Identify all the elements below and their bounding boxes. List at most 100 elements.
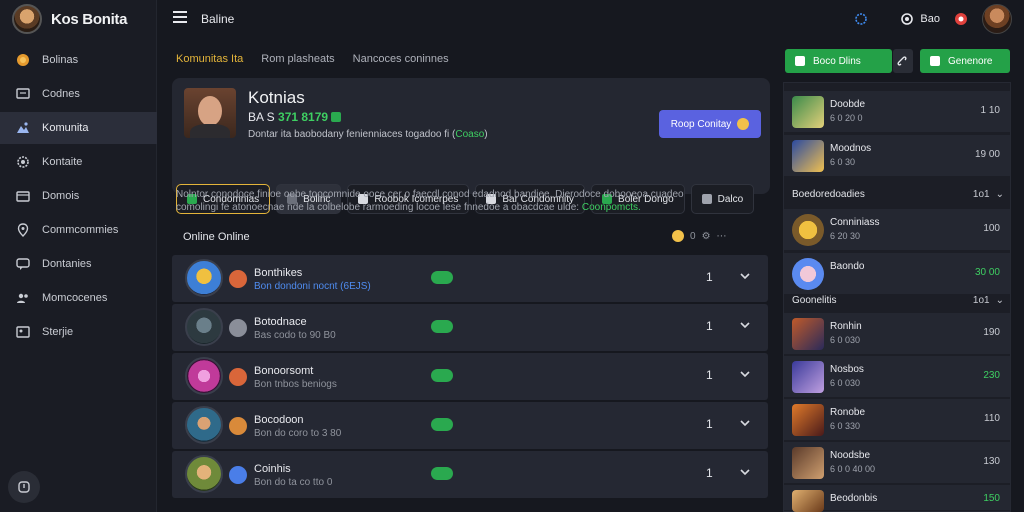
member-status: Bon dondoni nocnt (6EJS)	[254, 281, 371, 292]
ranking-item[interactable]: Nosbos 6 0 030 230	[784, 356, 1010, 398]
chevron-down-icon[interactable]	[739, 417, 751, 429]
section-header[interactable]: Goonelitis 1o1 ⌄	[792, 290, 1004, 310]
ranking-item[interactable]: Conniniass 6 20 30 100	[784, 209, 1010, 251]
item-name: Ronobe	[830, 407, 866, 418]
item-avatar	[792, 258, 824, 290]
ranking-item[interactable]: Moodnos 6 0 30 19 00	[784, 135, 1010, 177]
rank-icon	[229, 466, 247, 484]
conitay-button[interactable]: Roop Conitay	[659, 110, 761, 138]
chevron-down-icon[interactable]	[739, 368, 751, 380]
item-sub: 6 0 30	[830, 157, 856, 167]
notification-icon[interactable]	[900, 12, 914, 26]
member-row[interactable]: Coinhis Bon do ta co tto 0 1	[172, 451, 768, 498]
member-avatar	[185, 308, 223, 346]
item-avatar	[792, 490, 824, 512]
ranking-item[interactable]: Beodonbis 150	[784, 485, 1010, 512]
image-icon	[16, 326, 30, 338]
sidebar-item-label: Commcommies	[42, 224, 119, 236]
emoji-icon	[672, 230, 684, 242]
link-button[interactable]	[893, 49, 913, 73]
sidebar-item-label: Kontaite	[42, 156, 83, 168]
online-toggle[interactable]	[431, 320, 453, 333]
collapse-sidebar-button[interactable]	[8, 471, 40, 503]
gear-icon	[17, 156, 29, 168]
member-status: Bas codo to 90 B0	[254, 330, 336, 341]
alert-icon[interactable]	[954, 12, 968, 26]
sidebar-item-dontanies[interactable]: Dontanies	[0, 248, 157, 280]
online-toggle[interactable]	[431, 271, 453, 284]
item-name: Ronhin	[830, 321, 862, 332]
rank-icon	[229, 368, 247, 386]
tab-coninnes[interactable]: Nancoces coninnes	[353, 53, 449, 65]
member-count: 1	[706, 417, 713, 431]
coin-icon	[737, 118, 750, 130]
main-content: Komunitas Ita Rom plasheats Nancoces con…	[172, 46, 770, 512]
boco-dlins-button[interactable]: Boco Dlins	[785, 49, 892, 73]
sidebar-item-label: Momcocenes	[42, 292, 108, 304]
chevron-down-icon[interactable]	[739, 466, 751, 478]
topbar: Baline Bao	[157, 0, 1024, 38]
chevron-down-icon[interactable]	[739, 270, 751, 282]
menu-icon[interactable]	[173, 11, 187, 23]
sidebar-item-bolinas[interactable]: Bolinas	[0, 44, 157, 76]
more-icon[interactable]: ⋯	[717, 231, 727, 242]
section-header[interactable]: Boedoredoadies 1o1 ⌄	[792, 184, 1004, 204]
item-value: 110	[984, 413, 1000, 424]
member-avatar	[185, 406, 223, 444]
rank-icon	[229, 319, 247, 337]
ranking-item[interactable]: Noodsbe 6 0 0 40 00 130	[784, 442, 1010, 484]
sidebar-item-kontaite[interactable]: Kontaite	[0, 146, 157, 178]
flag-icon	[930, 56, 940, 66]
sidebar-nav: Bolinas Codnes Komunita Kontaite Domois …	[0, 44, 157, 350]
sidebar-item-komunita[interactable]: Komunita	[0, 112, 157, 144]
online-count: 0	[690, 230, 696, 242]
member-avatar	[185, 357, 223, 395]
sidebar-item-domois[interactable]: Domois	[0, 180, 157, 212]
tab-plasheats[interactable]: Rom plasheats	[261, 53, 334, 65]
item-name: Conniniass	[830, 217, 880, 228]
online-toggle[interactable]	[431, 467, 453, 480]
item-avatar	[792, 96, 824, 128]
tab-komunitas[interactable]: Komunitas Ita	[176, 53, 243, 65]
sidebar-item-commcommies[interactable]: Commcommies	[0, 214, 157, 246]
sidebar-item-sterjie[interactable]: Sterjie	[0, 316, 157, 348]
item-value: 100	[983, 223, 1000, 234]
rank-icon	[229, 270, 247, 288]
sidebar-item-label: Sterjie	[42, 326, 74, 338]
chevron-down-icon: ⌄	[995, 294, 1004, 306]
member-count: 1	[706, 368, 713, 382]
item-avatar	[792, 404, 824, 436]
page-title: Baline	[201, 12, 235, 26]
member-row[interactable]: Bocodoon Bon do coro to 3 80 1	[172, 402, 768, 449]
folder-icon	[16, 191, 30, 202]
brand[interactable]: Kos Bonita	[12, 4, 127, 34]
genenore-button[interactable]: Genenore	[920, 49, 1010, 73]
profile-card: Kotnias BA S 371 8179 Dontar ita baoboda…	[172, 78, 770, 214]
ranking-item[interactable]: Baondo 30 00	[784, 253, 1010, 295]
member-count: 1	[706, 466, 713, 480]
sidebar-item-codnes[interactable]: Codnes	[0, 78, 157, 110]
member-avatar	[185, 259, 223, 297]
online-toggle[interactable]	[431, 418, 453, 431]
profile-name: Kotnias	[248, 88, 305, 107]
top-tabs: Komunitas Ita Rom plasheats Nancoces con…	[176, 53, 449, 65]
settings-icon[interactable]: ⚙	[702, 231, 711, 242]
globe-icon[interactable]	[854, 12, 868, 26]
ranking-item[interactable]: Doobde 6 0 20 0 1 10	[784, 91, 1010, 133]
member-row[interactable]: Botodnace Bas codo to 90 B0 1	[172, 304, 768, 351]
ranking-item[interactable]: Ronobe 6 0 330 110	[784, 399, 1010, 441]
sidebar-item-momcocenes[interactable]: Momcocenes	[0, 282, 157, 314]
ranking-item[interactable]: Ronhin 6 0 030 190	[784, 313, 1010, 355]
item-name: Beodonbis	[830, 493, 878, 504]
member-name: Bocodoon	[254, 414, 304, 426]
chevron-down-icon[interactable]	[739, 319, 751, 331]
community-icon	[17, 122, 29, 133]
online-heading: Online Online	[183, 231, 250, 243]
user-avatar[interactable]	[982, 4, 1012, 34]
community-description: Nolntor conodoce finioe oebe toocomnide …	[176, 189, 684, 213]
member-row[interactable]: Bonoorsomt Bon tnbos beniogs 1	[172, 353, 768, 400]
member-avatar	[185, 455, 223, 493]
member-row[interactable]: Bonthikes Bon dondoni nocnt (6EJS) 1	[172, 255, 768, 302]
online-toggle[interactable]	[431, 369, 453, 382]
sidebar-item-label: Dontanies	[42, 258, 92, 270]
